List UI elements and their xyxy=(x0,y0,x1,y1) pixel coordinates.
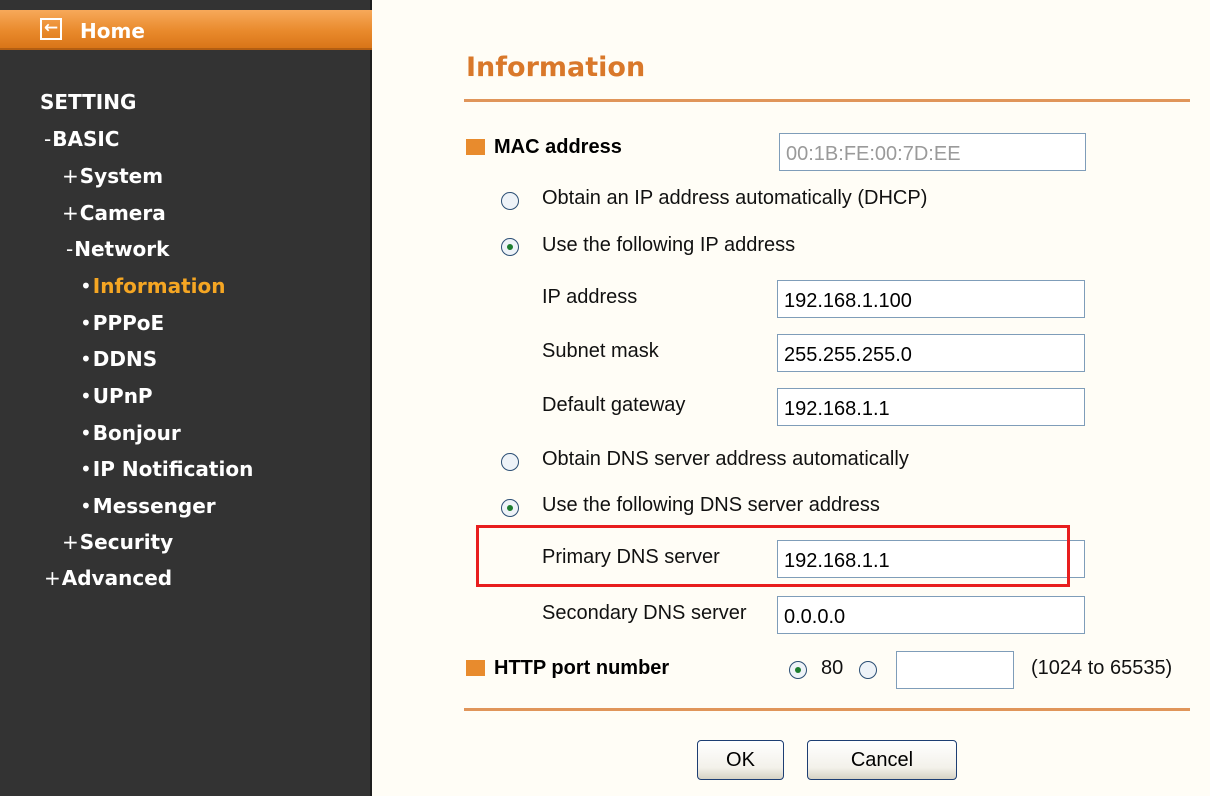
dns-manual-radio[interactable] xyxy=(501,499,519,517)
http-port-default-radio[interactable] xyxy=(789,661,807,679)
bullet-icon: • xyxy=(80,494,92,518)
nav-basic-label: BASIC xyxy=(52,127,120,151)
ip-address-field[interactable] xyxy=(777,280,1085,318)
ip-auto-radio[interactable] xyxy=(501,192,519,210)
dns-auto-radio[interactable] xyxy=(501,453,519,471)
expand-icon: + xyxy=(62,164,79,188)
nav-advanced-label: Advanced xyxy=(61,566,173,590)
nav-bonjour-label: Bonjour xyxy=(92,421,181,445)
title-divider xyxy=(464,99,1190,102)
section-marker-icon xyxy=(466,660,485,676)
nav-messenger-label: Messenger xyxy=(92,494,216,518)
ip-auto-label: Obtain an IP address automatically (DHCP… xyxy=(542,187,928,209)
default-gateway-label: Default gateway xyxy=(542,394,686,416)
setting-heading: SETTING xyxy=(40,90,136,114)
expand-icon: + xyxy=(62,201,79,225)
mac-address-label: MAC address xyxy=(494,136,622,158)
http-port-default-value: 80 xyxy=(821,657,844,679)
back-arrow-icon: ← xyxy=(40,18,62,40)
page-title: Information xyxy=(466,52,646,83)
home-link[interactable]: ← Home xyxy=(0,10,372,50)
sidebar: ← Home SETTING -BASIC +System +Camera -N… xyxy=(0,0,372,796)
dns-auto-label: Obtain DNS server address automatically xyxy=(542,448,909,470)
nav-upnp-label: UPnP xyxy=(92,384,153,408)
home-label: Home xyxy=(80,19,145,43)
cancel-button[interactable]: Cancel xyxy=(807,740,957,780)
nav-information[interactable]: •Information xyxy=(80,274,226,298)
nav-ip-notification-label: IP Notification xyxy=(92,457,254,481)
secondary-dns-field[interactable] xyxy=(777,596,1085,634)
ip-manual-radio[interactable] xyxy=(501,238,519,256)
nav-bonjour[interactable]: •Bonjour xyxy=(80,421,181,445)
nav-camera[interactable]: +Camera xyxy=(62,201,166,225)
collapse-icon: - xyxy=(66,237,74,261)
bottom-divider xyxy=(464,708,1190,711)
nav-pppoe-label: PPPoE xyxy=(92,311,165,335)
ok-button[interactable]: OK xyxy=(697,740,784,780)
section-marker-icon xyxy=(466,139,485,155)
nav-information-label: Information xyxy=(92,274,226,298)
bullet-icon: • xyxy=(80,274,92,298)
http-port-label: HTTP port number xyxy=(494,657,670,679)
nav-security[interactable]: +Security xyxy=(62,530,173,554)
nav-basic[interactable]: -BASIC xyxy=(44,127,119,151)
dns-manual-label: Use the following DNS server address xyxy=(542,494,880,516)
nav-ip-notification[interactable]: •IP Notification xyxy=(80,457,253,481)
subnet-mask-label: Subnet mask xyxy=(542,340,659,362)
nav-messenger[interactable]: •Messenger xyxy=(80,494,216,518)
bullet-icon: • xyxy=(80,384,92,408)
nav-network[interactable]: -Network xyxy=(66,237,169,261)
nav-ddns[interactable]: •DDNS xyxy=(80,347,157,371)
subnet-mask-field[interactable] xyxy=(777,334,1085,372)
primary-dns-field[interactable] xyxy=(777,540,1085,578)
bullet-icon: • xyxy=(80,311,92,335)
bullet-icon: • xyxy=(80,457,92,481)
main-panel: Information MAC address Obtain an IP add… xyxy=(374,0,1210,796)
bullet-icon: • xyxy=(80,347,92,371)
nav-system-label: System xyxy=(79,164,164,188)
primary-dns-label: Primary DNS server xyxy=(542,546,720,568)
nav-security-label: Security xyxy=(79,530,174,554)
nav-upnp[interactable]: •UPnP xyxy=(80,384,153,408)
nav-network-label: Network xyxy=(74,237,170,261)
collapse-icon: - xyxy=(44,127,52,151)
setting-label: SETTING xyxy=(40,90,137,114)
bullet-icon: • xyxy=(80,421,92,445)
http-port-custom-field[interactable] xyxy=(896,651,1014,689)
nav-system[interactable]: +System xyxy=(62,164,163,188)
mac-address-field xyxy=(779,133,1086,171)
nav-advanced[interactable]: +Advanced xyxy=(44,566,172,590)
nav-camera-label: Camera xyxy=(79,201,166,225)
secondary-dns-label: Secondary DNS server xyxy=(542,602,747,624)
ip-manual-label: Use the following IP address xyxy=(542,234,796,256)
http-port-range: (1024 to 65535) xyxy=(1031,657,1173,679)
expand-icon: + xyxy=(62,530,79,554)
nav-pppoe[interactable]: •PPPoE xyxy=(80,311,164,335)
nav-ddns-label: DDNS xyxy=(92,347,158,371)
default-gateway-field[interactable] xyxy=(777,388,1085,426)
ip-address-label: IP address xyxy=(542,286,638,308)
expand-icon: + xyxy=(44,566,61,590)
http-port-custom-radio[interactable] xyxy=(859,661,877,679)
